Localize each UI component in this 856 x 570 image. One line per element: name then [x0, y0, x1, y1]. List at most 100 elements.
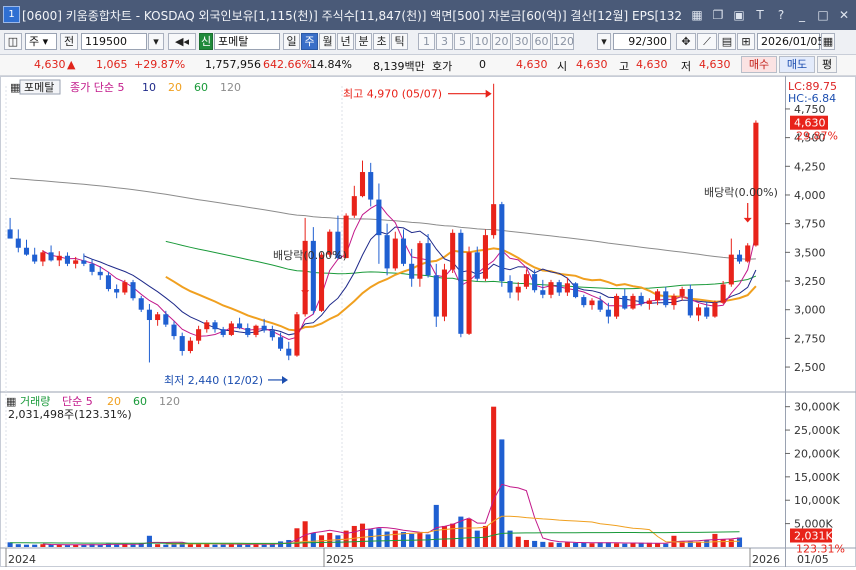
- candle-body: [409, 263, 415, 279]
- low-label: 저: [681, 60, 692, 73]
- chart-toolbar: ◫ 주 ▾ 전 119500 ▾ ◀◂ 신 포메탈 일주월년분초틱 1 3 5 10 2…: [0, 30, 856, 55]
- pin-icon[interactable]: ▣: [731, 7, 747, 23]
- volume-title: 거래량: [20, 395, 50, 408]
- dividend-arrowhead-icon: [301, 290, 310, 295]
- minimize-icon[interactable]: _: [794, 7, 810, 23]
- calendar-icon[interactable]: ▦: [821, 33, 835, 50]
- candle-body: [499, 204, 505, 282]
- mode-select[interactable]: 주 ▾: [25, 33, 57, 50]
- save-icon[interactable]: ▤: [718, 33, 736, 50]
- volume-bar: [384, 531, 390, 547]
- sound-icon[interactable]: ◀◂: [168, 33, 196, 50]
- period-tab[interactable]: 일: [283, 33, 300, 50]
- volume-bar: [40, 544, 46, 547]
- volume-bar: [187, 544, 193, 547]
- interval-tab[interactable]: 1: [418, 33, 435, 50]
- candle-body: [278, 337, 284, 349]
- period-tab[interactable]: 틱: [391, 33, 408, 50]
- volume-bar: [245, 544, 251, 547]
- volume-bar: [114, 544, 120, 547]
- volume-bar: [220, 544, 226, 547]
- candle-body: [81, 260, 87, 264]
- candle-body: [753, 122, 759, 246]
- stock-chart[interactable]: 4,7504,5004,2504,0003,7503,5003,2503,000…: [0, 76, 856, 567]
- flat-button[interactable]: 평: [817, 56, 837, 73]
- restore-icon[interactable]: ❐: [710, 7, 726, 23]
- candle-body: [491, 204, 497, 236]
- interval-tab[interactable]: 3: [436, 33, 453, 50]
- low-value: 4,630: [699, 58, 731, 71]
- candle-body: [187, 340, 193, 351]
- volume-bar: [622, 543, 628, 547]
- interval-tab[interactable]: 20: [492, 33, 511, 50]
- buy-button[interactable]: 매수: [741, 56, 777, 73]
- period-tab[interactable]: 분: [355, 33, 372, 50]
- price-tick-label: 3,000: [794, 304, 826, 317]
- cross-icon[interactable]: ✥: [676, 33, 696, 50]
- volume-bar: [368, 529, 374, 547]
- count-field[interactable]: 92/300: [613, 33, 671, 50]
- period-tab[interactable]: 주: [301, 33, 318, 50]
- ma-legend-item: 10: [142, 81, 156, 94]
- candle-body: [261, 325, 267, 331]
- candle-body: [605, 309, 611, 317]
- interval-tab[interactable]: 60: [532, 33, 551, 50]
- volume-bar: [581, 542, 587, 547]
- volume-tick-label: 25,000K: [794, 424, 840, 437]
- volume-bar: [15, 544, 21, 547]
- interval-dropdown-icon[interactable]: ▾: [597, 33, 611, 50]
- candle-body: [630, 295, 636, 309]
- dividend-arrowhead-icon: [743, 217, 752, 223]
- candle-body: [556, 282, 562, 293]
- dividend-annotation: 배당락(0.00%): [704, 186, 778, 199]
- candle-body: [89, 263, 95, 272]
- interval-tab[interactable]: 5: [454, 33, 471, 50]
- last-volume-pct: 123.31%: [796, 543, 845, 556]
- candle-body: [450, 232, 456, 270]
- draw-line-icon[interactable]: ⟋: [697, 33, 717, 50]
- candle-body: [687, 289, 693, 316]
- all-button[interactable]: 전: [60, 33, 78, 50]
- interval-tab[interactable]: 30: [512, 33, 531, 50]
- chart-area[interactable]: 4,750 4,500 4,250 4,000 3,750 3,500 3,250 3,000…: [0, 76, 856, 567]
- candle-body: [171, 324, 177, 337]
- candle-body: [663, 291, 669, 306]
- volume-ma60-line: [10, 531, 740, 544]
- code-dropdown-icon[interactable]: ▾: [148, 33, 164, 50]
- volume-bar: [392, 530, 398, 547]
- candle-body: [507, 281, 513, 293]
- period-tab[interactable]: 초: [373, 33, 390, 50]
- maximize-icon[interactable]: □: [815, 7, 831, 23]
- candle-body: [155, 314, 161, 321]
- candle-body: [48, 252, 54, 261]
- stock-badge: 신: [199, 33, 213, 50]
- mode-label: 주: [29, 35, 40, 48]
- volume-bar: [294, 528, 300, 547]
- candle-body: [515, 286, 521, 293]
- close-icon[interactable]: ✕: [836, 7, 852, 23]
- candle-body: [564, 283, 570, 293]
- grid-icon[interactable]: ▦: [689, 7, 705, 23]
- font-icon[interactable]: T: [752, 7, 768, 23]
- interval-tab[interactable]: 10: [472, 33, 491, 50]
- candle-body: [474, 252, 480, 279]
- candle-body: [441, 269, 448, 317]
- candle-body: [15, 238, 21, 248]
- period-tab[interactable]: 년: [337, 33, 354, 50]
- sell-button[interactable]: 매도: [779, 56, 815, 73]
- stock-name-tag: 포메탈: [24, 81, 54, 94]
- grid-settings-icon[interactable]: ⊞: [737, 33, 755, 50]
- high-arrowhead-icon: [485, 89, 492, 98]
- code-input[interactable]: 119500: [81, 33, 147, 50]
- candle-body: [376, 199, 382, 236]
- candle-body: [482, 235, 488, 279]
- candle-body: [196, 329, 202, 341]
- period-tab[interactable]: 월: [319, 33, 336, 50]
- help-icon[interactable]: ?: [773, 7, 789, 23]
- stock-name-field[interactable]: 포메탈: [214, 33, 280, 50]
- layout-icon[interactable]: ◫: [4, 33, 22, 50]
- date-field[interactable]: 2026/01/05: [757, 33, 824, 50]
- volume-bar: [56, 544, 62, 547]
- volume-bar: [491, 406, 497, 547]
- interval-tab[interactable]: 120: [552, 33, 574, 50]
